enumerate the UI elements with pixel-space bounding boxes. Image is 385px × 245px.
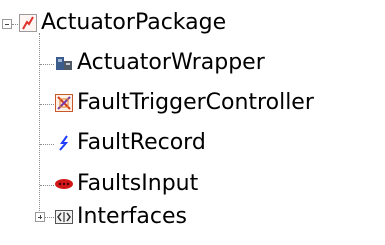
tree-node-faultsinput[interactable]: FaultsInput (54, 166, 198, 202)
tree-node-interfaces[interactable]: Interfaces (54, 199, 187, 235)
tree-node-label: Interfaces (77, 204, 187, 229)
tree-connector (45, 217, 54, 218)
lightning-icon (54, 133, 74, 153)
tree-node-label: ActuatorWrapper (77, 50, 265, 75)
tree-connector (40, 185, 54, 186)
collapse-toggle-root[interactable] (2, 19, 12, 29)
tree-connector (40, 104, 54, 105)
wrapper-icon (54, 53, 74, 73)
tree-node-faultrecord[interactable]: FaultRecord (54, 125, 206, 161)
tree-connector-vertical (39, 33, 40, 217)
model-browser-tree: ActuatorPackage ActuatorWrapper FaultTri… (0, 0, 385, 245)
package-icon (18, 13, 38, 33)
controller-icon (54, 93, 74, 113)
tree-node-label: FaultsInput (77, 171, 199, 196)
interface-icon (54, 207, 74, 227)
tree-connector (40, 144, 54, 145)
tree-node-actuatorpackage[interactable]: ActuatorPackage (18, 5, 226, 41)
input-icon (54, 174, 74, 194)
tree-node-label: FaultTriggerController (77, 90, 314, 115)
tree-connector (40, 64, 54, 65)
tree-node-faulttriggercontroller[interactable]: FaultTriggerController (54, 85, 314, 121)
tree-node-actuatorwrapper[interactable]: ActuatorWrapper (54, 45, 265, 81)
tree-node-label: FaultRecord (77, 130, 206, 155)
expand-toggle-interfaces[interactable] (35, 212, 45, 222)
tree-node-label: ActuatorPackage (41, 10, 227, 35)
